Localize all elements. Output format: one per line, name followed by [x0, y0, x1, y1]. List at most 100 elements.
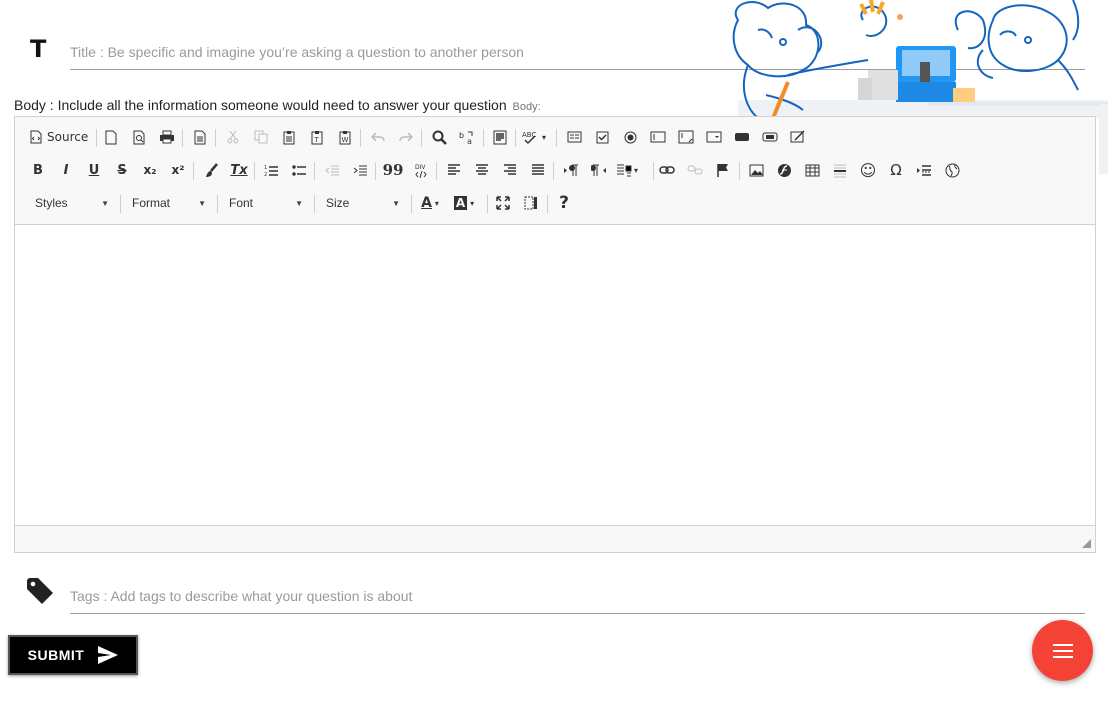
outdent-button[interactable] — [321, 159, 343, 181]
unlink-icon — [687, 165, 703, 175]
checkbox-icon — [596, 131, 608, 143]
create-div-button[interactable]: DIV — [410, 159, 432, 181]
bulleted-list-button[interactable] — [288, 159, 310, 181]
image-button[interactable] — [745, 159, 767, 181]
toolbar-separator — [653, 162, 654, 180]
new-page-button[interactable] — [100, 126, 122, 148]
paste-text-icon: T — [311, 130, 323, 144]
special-char-button[interactable]: Ω — [885, 159, 907, 181]
size-combo-label: Size — [326, 196, 350, 210]
show-blocks-button[interactable] — [520, 192, 542, 214]
chevron-down-icon: ▼ — [101, 198, 109, 208]
paste-button[interactable] — [278, 126, 300, 148]
menu-fab-button[interactable] — [1032, 620, 1093, 681]
image-button-field-button[interactable] — [759, 126, 781, 148]
text-color-button[interactable]: A ▾ — [419, 192, 441, 214]
styles-combo-label: Styles — [35, 196, 68, 210]
italic-button[interactable]: I — [55, 159, 77, 181]
button-field-button[interactable] — [731, 126, 753, 148]
link-button[interactable] — [656, 159, 678, 181]
hidden-field-button[interactable] — [787, 126, 809, 148]
cut-button[interactable] — [222, 126, 244, 148]
editor-toolbar: Source T W b a ABC ▾ B I U S x₂ x² Tx 1 … — [15, 117, 1095, 225]
source-button[interactable]: Source — [29, 126, 88, 148]
find-button[interactable] — [428, 126, 450, 148]
align-center-button[interactable] — [471, 159, 493, 181]
globe-icon — [945, 163, 959, 177]
unlink-button[interactable] — [684, 159, 706, 181]
copy-formatting-button[interactable] — [200, 159, 222, 181]
editor-content-area[interactable] — [15, 225, 1095, 526]
maximize-button[interactable] — [492, 192, 514, 214]
undo-button[interactable] — [367, 126, 389, 148]
preview-button[interactable] — [128, 126, 150, 148]
print-button[interactable] — [156, 126, 178, 148]
table-button[interactable] — [801, 159, 823, 181]
textarea-button[interactable] — [675, 126, 697, 148]
paste-text-button[interactable]: T — [306, 126, 328, 148]
select-all-button[interactable] — [489, 126, 511, 148]
numbered-list-button[interactable]: 12 — [260, 159, 282, 181]
numbered-list-icon: 12 — [264, 165, 278, 177]
chevron-down-icon: ▾ — [542, 132, 547, 142]
blockquote-button[interactable]: 99 — [382, 159, 404, 181]
tags-input[interactable] — [70, 578, 1085, 614]
image-button-icon — [762, 132, 778, 142]
templates-button[interactable] — [189, 126, 211, 148]
align-right-button[interactable] — [499, 159, 521, 181]
rtl-button[interactable] — [588, 159, 610, 181]
underline-button[interactable]: U — [83, 159, 105, 181]
remove-format-button[interactable]: Tx — [228, 159, 250, 181]
anchor-button[interactable] — [712, 159, 734, 181]
table-icon — [805, 164, 819, 176]
new-page-icon — [105, 130, 117, 144]
justify-button[interactable] — [527, 159, 549, 181]
preview-icon — [133, 130, 145, 144]
flag-icon — [717, 163, 728, 177]
svg-text:DIV: DIV — [415, 164, 426, 171]
redo-icon — [399, 132, 413, 142]
strikethrough-button[interactable]: S — [111, 159, 133, 181]
bg-color-button[interactable]: A ▾ — [453, 192, 475, 214]
indent-button[interactable] — [349, 159, 371, 181]
smiley-button[interactable]: ☺ — [857, 159, 879, 181]
page-break-button[interactable] — [913, 159, 935, 181]
copy-button[interactable] — [250, 126, 272, 148]
subscript-button[interactable]: x₂ — [139, 159, 161, 181]
search-icon — [432, 130, 447, 145]
iframe-button[interactable] — [941, 159, 963, 181]
radio-button[interactable] — [619, 126, 641, 148]
radio-icon — [624, 131, 636, 143]
header-illustration-image — [732, 0, 1108, 118]
body-small-label: Body: — [512, 101, 541, 113]
text-field-icon — [650, 131, 666, 143]
toolbar-separator — [96, 129, 97, 147]
size-combo[interactable]: Size ▼ — [320, 192, 406, 214]
ltr-button[interactable] — [560, 159, 582, 181]
bold-button[interactable]: B — [27, 159, 49, 181]
styles-combo[interactable]: Styles ▼ — [29, 192, 115, 214]
select-field-button[interactable] — [703, 126, 725, 148]
replace-button[interactable]: ba — [456, 126, 478, 148]
about-button[interactable]: ? — [553, 192, 575, 214]
resize-handle-icon[interactable] — [1082, 539, 1091, 548]
toolbar-separator — [547, 195, 548, 213]
submit-button[interactable]: SUBMIT — [8, 635, 138, 675]
redo-button[interactable] — [395, 126, 417, 148]
svg-text:ABC: ABC — [522, 131, 536, 139]
source-icon — [30, 130, 42, 144]
toolbar-separator — [421, 129, 422, 147]
page-scrollbar[interactable] — [1099, 104, 1108, 174]
text-field-button[interactable] — [647, 126, 669, 148]
language-button[interactable]: ▾ — [616, 159, 638, 181]
flash-button[interactable] — [773, 159, 795, 181]
form-button[interactable] — [563, 126, 585, 148]
spellcheck-button[interactable]: ABC ▾ — [522, 126, 546, 148]
horizontal-line-button[interactable] — [829, 159, 851, 181]
align-left-button[interactable] — [443, 159, 465, 181]
font-combo[interactable]: Font ▼ — [223, 192, 309, 214]
format-combo[interactable]: Format ▼ — [126, 192, 212, 214]
superscript-button[interactable]: x² — [167, 159, 189, 181]
paste-word-button[interactable]: W — [334, 126, 356, 148]
checkbox-button[interactable] — [591, 126, 613, 148]
